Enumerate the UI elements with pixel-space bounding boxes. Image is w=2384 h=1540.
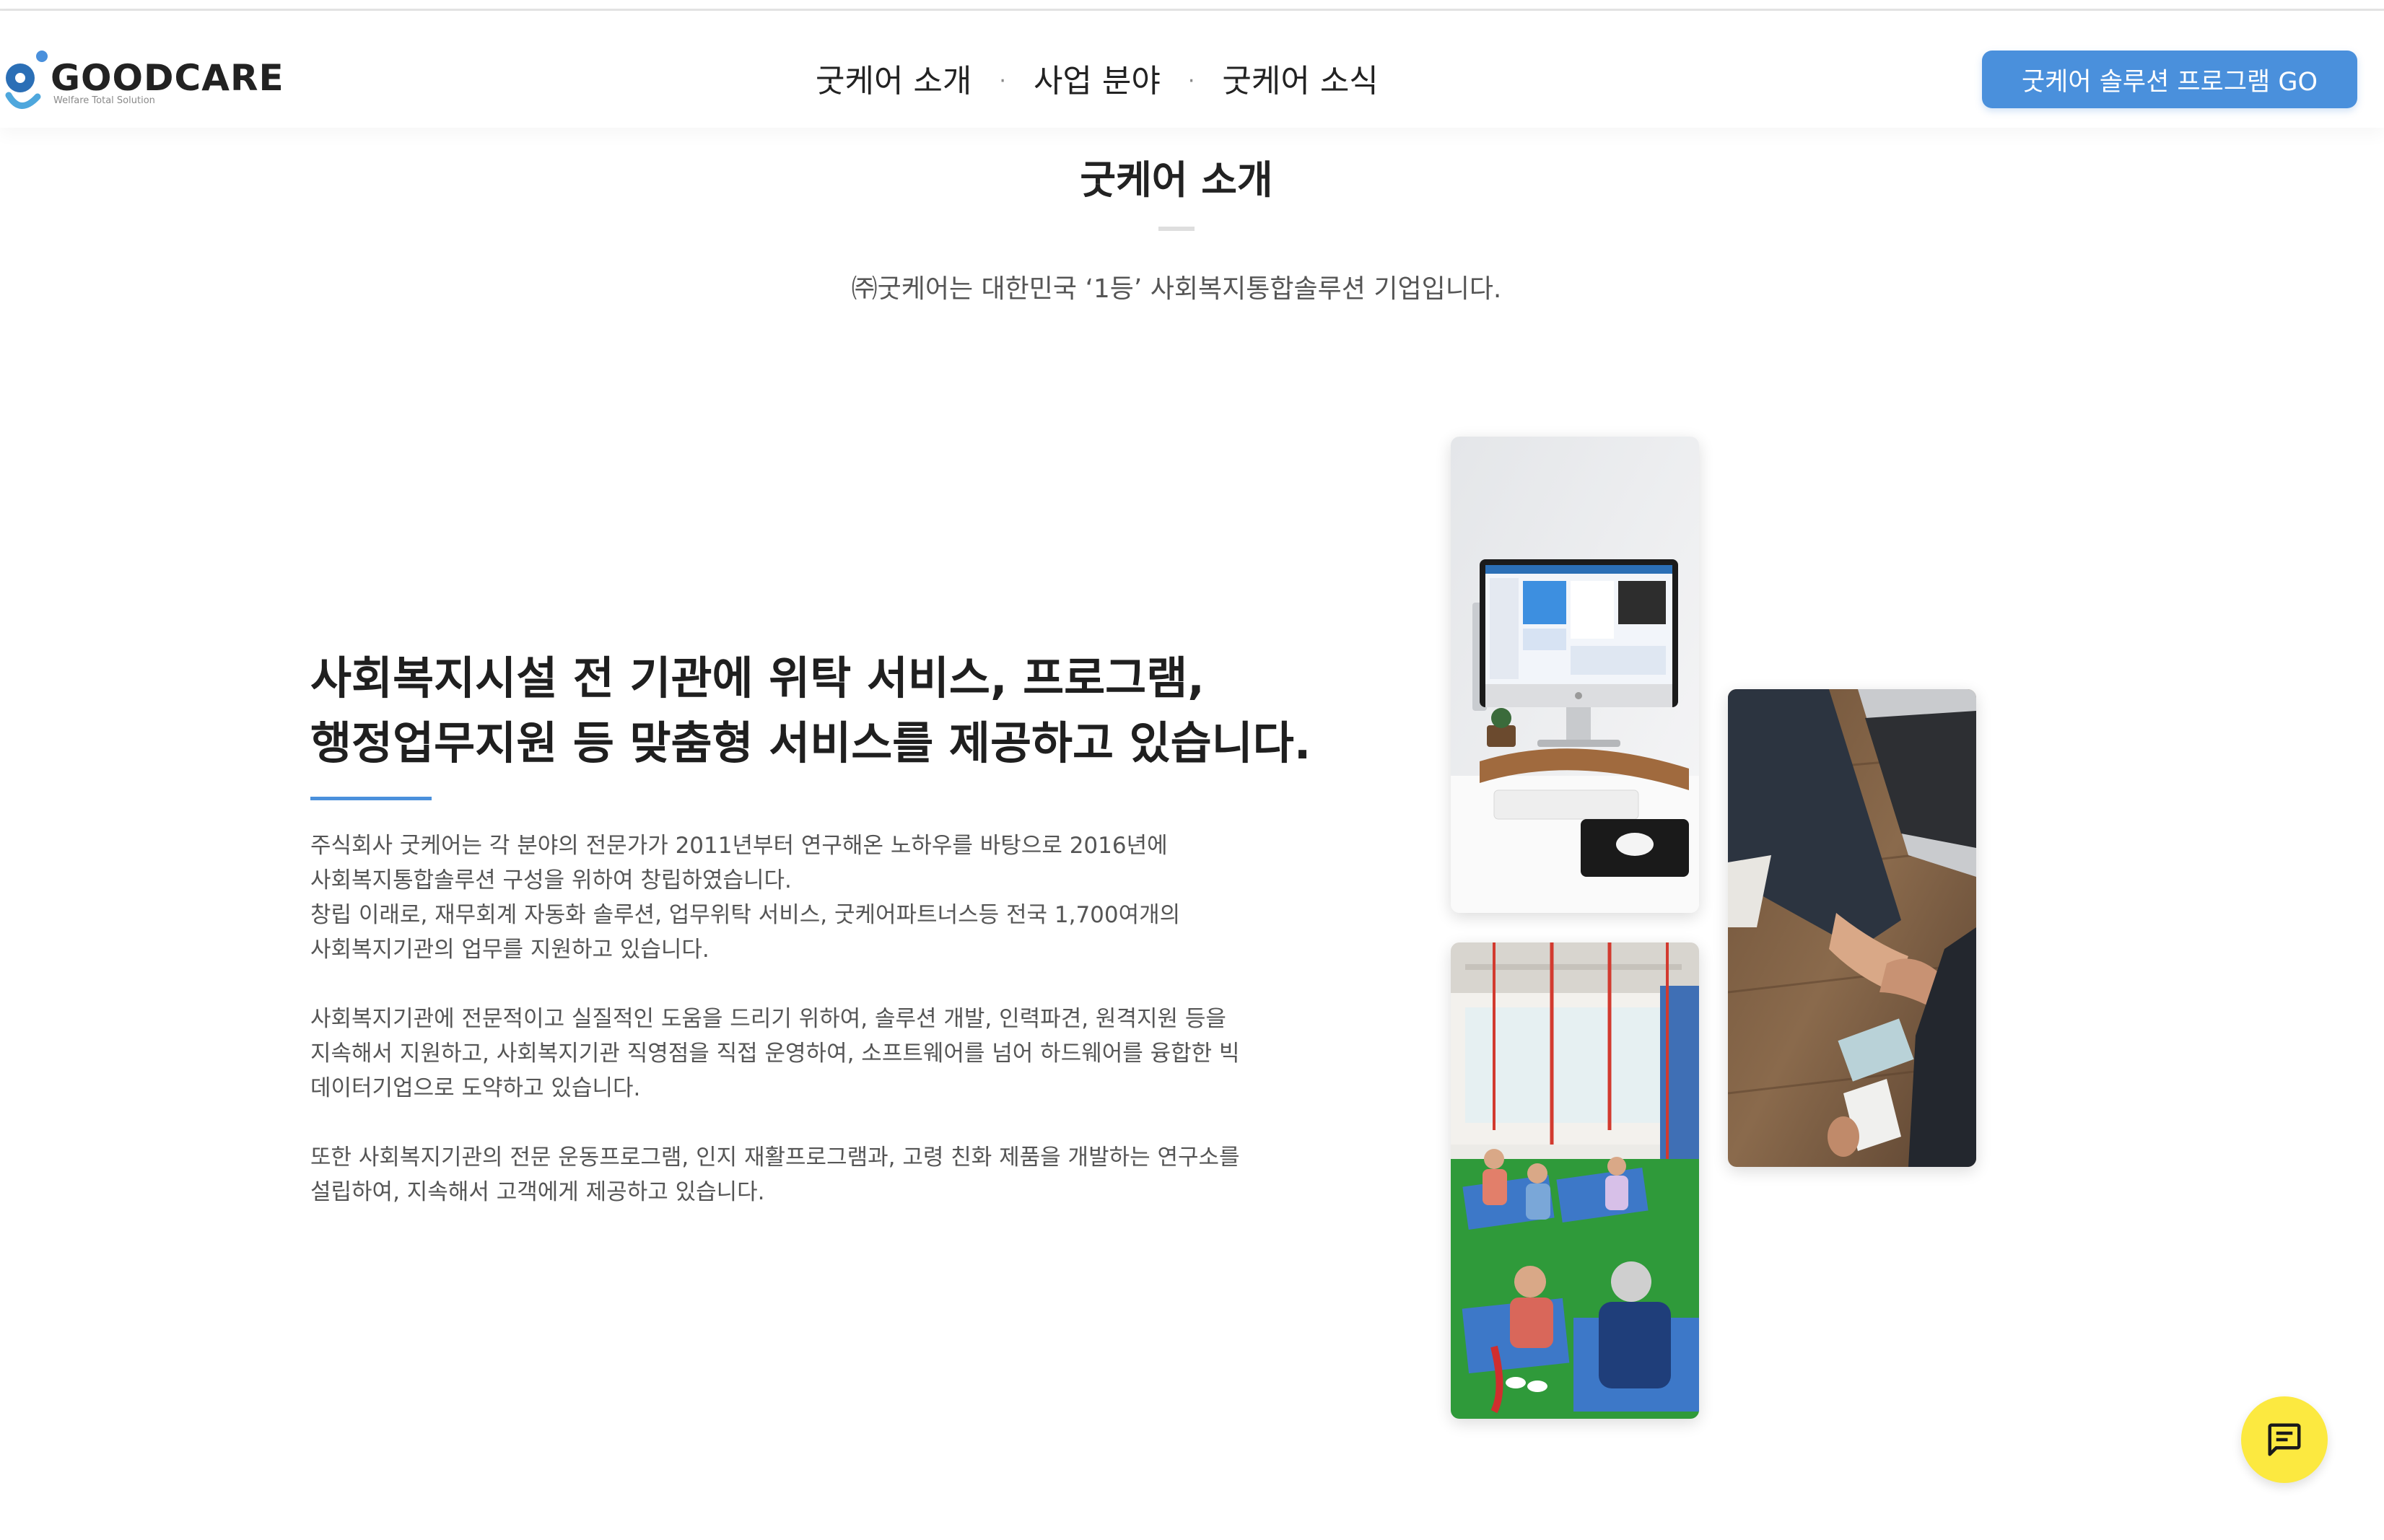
description-paragraph: 사회복지기관에 전문적이고 실질적인 도움을 드리기 위하여, 솔루션 개발, … [310,1002,1321,1106]
main-nav: 굿케어 소개 · 사업 분야 · 굿케어 소식 [816,53,1379,110]
nav-item-news[interactable]: 굿케어 소식 [1222,53,1378,110]
chat-button[interactable] [2241,1396,2328,1483]
goodcare-logo[interactable]: GOODCARE Welfare Total Solution [4,43,284,115]
headline-accent-line [310,797,432,800]
nav-item-about[interactable]: 굿케어 소개 [816,53,971,110]
logo-tagline: Welfare Total Solution [53,95,155,106]
computer-desk-photo [1451,437,1699,913]
senior-exercise-class-photo [1451,942,1699,1419]
company-description: 주식회사 굿케어는 각 분야의 전문가가 2011년부터 연구해온 노하우를 바… [310,828,1321,1244]
description-line: 주식회사 굿케어는 각 분야의 전문가가 2011년부터 연구해온 노하우를 바… [310,833,1168,859]
description-line: 지속해서 지원하고, 사회복지기관 직영점을 직접 운영하여, 소프트웨어를 넘… [310,1041,1240,1067]
headline-line: 사회복지시설 전 기관에 위탁 서비스, 프로그램, [310,652,1205,704]
description-line: 또한 사회복지기관의 전문 운동프로그램, 인지 재활프로그램과, 고령 친화 … [310,1145,1240,1171]
chat-icon [2268,1423,2301,1456]
title-divider [1158,227,1195,231]
description-line: 창립 이래로, 재무회계 자동화 솔루션, 업무위탁 서비스, 굿케어파트너스등… [310,902,1181,928]
nav-separator: · [999,69,1006,94]
logo-mark-icon [5,51,48,109]
nav-item-business[interactable]: 사업 분야 [1034,53,1161,110]
description-line: 사회복지기관에 전문적이고 실질적인 도움을 드리기 위하여, 솔루션 개발, … [310,1006,1226,1032]
section-subtitle: ㈜굿케어는 대한민국 ‘1등’ 사회복지통합솔루션 기업입니다. [851,274,1502,304]
headline-line: 행정업무지원 등 맞춤형 서비스를 제공하고 있습니다. [310,717,1311,769]
site-header: GOODCARE Welfare Total Solution 굿케어 소개 ·… [0,11,2384,128]
description-paragraph: 주식회사 굿케어는 각 분야의 전문가가 2011년부터 연구해온 노하우를 바… [310,828,1321,967]
description-line: 데이터기업으로 도약하고 있습니다. [310,1075,641,1101]
logo-text: GOODCARE [51,57,284,99]
description-line: 사회복지통합솔루션 구성을 위하여 창립하였습니다. [310,867,792,893]
description-line: 사회복지기관의 업무를 지원하고 있습니다. [310,937,709,963]
description-line: 설립하여, 지속해서 고객에게 제공하고 있습니다. [310,1179,765,1205]
description-paragraph: 또한 사회복지기관의 전문 운동프로그램, 인지 재활프로그램과, 고령 친화 … [310,1140,1321,1209]
handshake-photo [1728,689,1976,1167]
section-title: 굿케어 소개 [1080,157,1273,203]
nav-separator: · [1187,69,1195,94]
solution-program-go-button[interactable]: 굿케어 솔루션 프로그램 GO [1982,51,2357,108]
main-headline: 사회복지시설 전 기관에 위탁 서비스, 프로그램, 행정업무지원 등 맞춤형 … [310,646,1342,776]
